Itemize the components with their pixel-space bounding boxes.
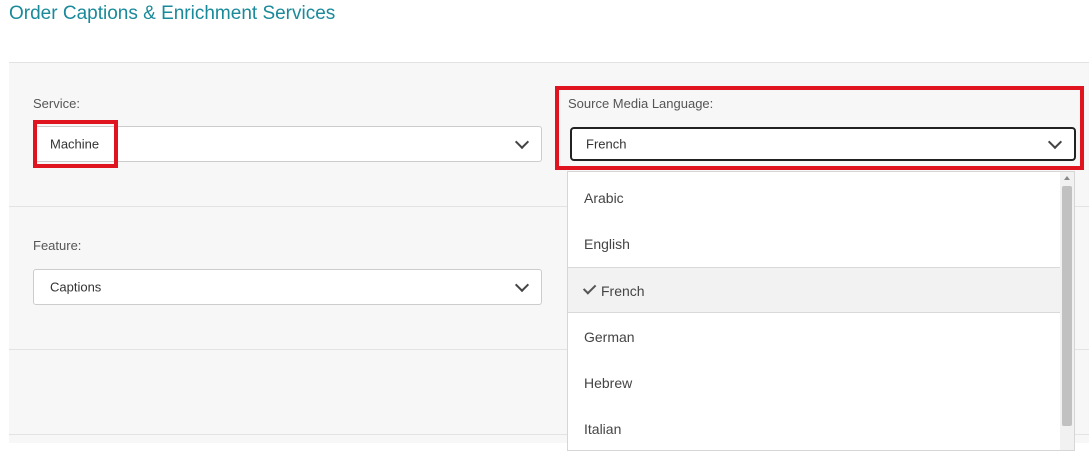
- language-option-english[interactable]: English: [568, 221, 1061, 267]
- language-option-hebrew[interactable]: Hebrew: [568, 360, 1061, 406]
- option-label: English: [584, 236, 630, 252]
- language-option-italian[interactable]: Italian: [568, 406, 1061, 450]
- page-title: Order Captions & Enrichment Services: [9, 3, 336, 24]
- language-dropdown-list: Arabic English French German Hebrew Ital…: [567, 171, 1075, 451]
- option-label: Hebrew: [584, 375, 633, 391]
- option-label: Arabic: [584, 190, 624, 206]
- service-label: Service:: [33, 96, 80, 111]
- scrollbar-thumb[interactable]: [1062, 186, 1072, 426]
- chevron-down-icon: [514, 134, 530, 150]
- scroll-up-arrow-icon[interactable]: [1064, 176, 1070, 180]
- language-option-arabic[interactable]: Arabic: [568, 175, 1061, 221]
- highlight-box: [33, 120, 118, 168]
- option-label: Italian: [584, 421, 622, 437]
- checkmark-icon: [582, 281, 597, 295]
- feature-value: Captions: [50, 279, 102, 295]
- highlight-box: [555, 86, 1084, 170]
- dropdown-scrollbar[interactable]: [1060, 172, 1074, 450]
- chevron-down-icon: [514, 277, 530, 293]
- language-option-french[interactable]: French: [568, 267, 1061, 313]
- option-label: French: [601, 283, 645, 299]
- feature-select[interactable]: Captions: [33, 269, 542, 305]
- feature-label: Feature:: [33, 238, 82, 253]
- option-label: German: [584, 329, 635, 345]
- language-option-german[interactable]: German: [568, 314, 1061, 360]
